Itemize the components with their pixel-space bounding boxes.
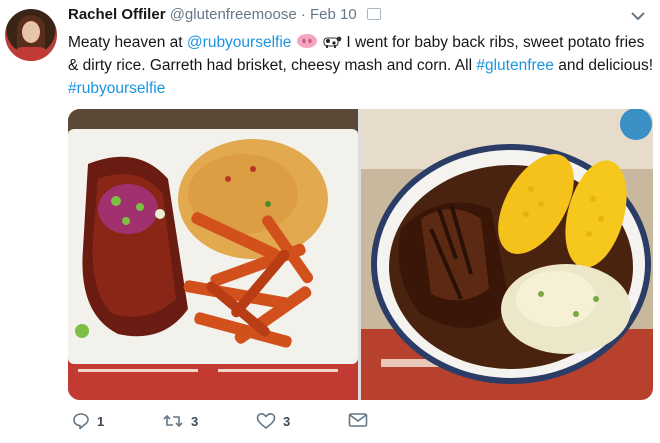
tweet-actions: 1 3 3 (68, 412, 468, 436)
reply-count: 1 (97, 413, 105, 429)
direct-message-action[interactable] (348, 412, 368, 428)
like-action[interactable]: 3 (256, 412, 290, 430)
hashtag-glutenfree[interactable]: #glutenfree (476, 57, 554, 74)
retweet-action[interactable]: 3 (162, 412, 198, 430)
retweet-icon[interactable] (162, 412, 184, 430)
hashtag-rubyourselfie[interactable]: #rubyourselfie (68, 80, 165, 97)
tweet-text: Meaty heaven at @rubyourselfie I went fo… (68, 31, 653, 100)
cow-emoji-icon (323, 36, 342, 48)
reply-icon[interactable] (72, 412, 90, 430)
text-segment-1: Meaty heaven at (68, 34, 187, 51)
chevron-down-icon[interactable] (630, 8, 646, 24)
media-container (68, 109, 653, 400)
retweet-count: 3 (191, 413, 199, 429)
ribs-photo-image (68, 109, 358, 400)
like-count: 3 (283, 413, 291, 429)
avatar-face (22, 21, 40, 43)
app-badge-icon (366, 8, 381, 20)
separator: · (300, 6, 306, 23)
brisket-photo[interactable] (361, 109, 653, 400)
text-segment-3: and delicious! (553, 57, 653, 74)
pig-nose-emoji-icon (296, 34, 317, 48)
tweet-header: Rachel Offiler @glutenfreemoose · Feb 10 (68, 6, 620, 23)
envelope-icon[interactable] (348, 412, 368, 428)
brisket-photo-image (361, 109, 653, 400)
display-name[interactable]: Rachel Offiler (68, 6, 166, 23)
heart-icon[interactable] (256, 412, 276, 430)
reply-action[interactable]: 1 (72, 412, 104, 430)
mention-link[interactable]: @rubyourselfie (187, 34, 291, 51)
handle[interactable]: @glutenfreemoose (170, 6, 297, 23)
ribs-photo[interactable] (68, 109, 358, 400)
avatar[interactable] (5, 9, 57, 61)
tweet-date[interactable]: Feb 10 (310, 6, 357, 23)
avatar-body (13, 47, 49, 61)
